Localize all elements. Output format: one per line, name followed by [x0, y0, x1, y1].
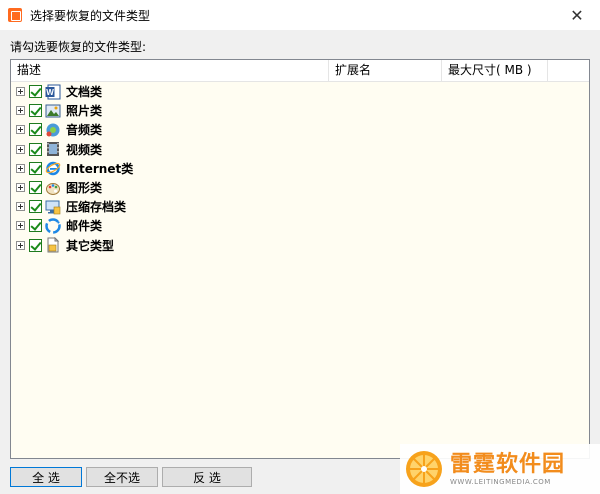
file-type-list[interactable]: 描述 扩展名 最大尺寸( MB ) W 文档类 照片类 音频类 视频类 Inte… [10, 59, 590, 459]
orange-slice-logo-icon [404, 449, 444, 489]
checkbox[interactable] [29, 200, 42, 214]
checkbox[interactable] [29, 181, 42, 195]
tree-row-graphics[interactable]: 图形类 [11, 178, 589, 197]
expand-icon[interactable] [16, 125, 25, 135]
row-label: 音频类 [66, 123, 103, 138]
expand-icon[interactable] [16, 87, 25, 97]
tree-row-internet[interactable]: Internet类 [11, 159, 589, 178]
svg-text:W: W [46, 88, 54, 97]
row-label: Internet类 [66, 161, 134, 176]
expand-icon[interactable] [16, 183, 25, 193]
checkbox[interactable] [29, 161, 42, 175]
checkbox[interactable] [29, 85, 42, 99]
tree-row-mail[interactable]: 邮件类 [11, 216, 589, 235]
app-icon [8, 8, 22, 22]
row-label: 邮件类 [66, 219, 103, 234]
word-document-icon: W [45, 84, 61, 100]
row-label: 压缩存档类 [66, 200, 127, 215]
expand-icon[interactable] [16, 240, 25, 250]
row-label: 其它类型 [66, 238, 115, 253]
watermark-name: 雷霆软件园 [450, 452, 566, 477]
instruction-label: 请勾选要恢复的文件类型: [10, 40, 147, 54]
tree-row-documents[interactable]: W 文档类 [11, 82, 589, 101]
row-label: 视频类 [66, 142, 103, 157]
graphics-icon [45, 180, 61, 196]
expand-icon[interactable] [16, 202, 25, 212]
tree-row-other[interactable]: 其它类型 [11, 236, 589, 255]
watermark-url: WWW.LEITINGMEDIA.COM [450, 478, 551, 486]
expand-icon[interactable] [16, 106, 25, 116]
select-none-button[interactable]: 全不选 [86, 467, 158, 487]
list-header: 描述 扩展名 最大尺寸( MB ) [11, 60, 589, 82]
column-header-extension[interactable]: 扩展名 [329, 60, 442, 82]
audio-icon [45, 122, 61, 138]
tree-row-video[interactable]: 视频类 [11, 140, 589, 159]
expand-icon[interactable] [16, 163, 25, 173]
row-label: 文档类 [66, 85, 103, 100]
expand-icon[interactable] [16, 221, 25, 231]
checkbox[interactable] [29, 142, 42, 156]
mail-icon [45, 218, 61, 234]
window-title: 选择要恢复的文件类型 [30, 8, 151, 23]
close-button[interactable]: ✕ [554, 0, 600, 30]
tree-row-photos[interactable]: 照片类 [11, 101, 589, 120]
video-icon [45, 141, 61, 157]
internet-explorer-icon [45, 160, 61, 176]
checkbox[interactable] [29, 238, 42, 252]
expand-icon[interactable] [16, 144, 25, 154]
tree-row-audio[interactable]: 音频类 [11, 120, 589, 139]
select-all-button[interactable]: 全 选 [10, 467, 82, 487]
title-bar: 选择要恢复的文件类型 ✕ [0, 0, 600, 30]
column-header-description[interactable]: 描述 [11, 60, 329, 82]
checkbox[interactable] [29, 123, 42, 137]
photo-icon [45, 103, 61, 119]
column-header-blank [548, 60, 589, 82]
tree-row-archives[interactable]: 压缩存档类 [11, 197, 589, 216]
checkbox[interactable] [29, 104, 42, 118]
row-label: 图形类 [66, 181, 103, 196]
watermark: 雷霆软件园 WWW.LEITINGMEDIA.COM [400, 444, 600, 494]
row-label: 照片类 [66, 104, 103, 119]
button-bar: 全 选 全不选 反 选 [10, 467, 252, 487]
invert-selection-button[interactable]: 反 选 [162, 467, 252, 487]
other-file-icon [45, 236, 61, 253]
column-header-max-size[interactable]: 最大尺寸( MB ) [442, 60, 548, 82]
archive-icon [45, 199, 61, 215]
checkbox[interactable] [29, 219, 42, 233]
